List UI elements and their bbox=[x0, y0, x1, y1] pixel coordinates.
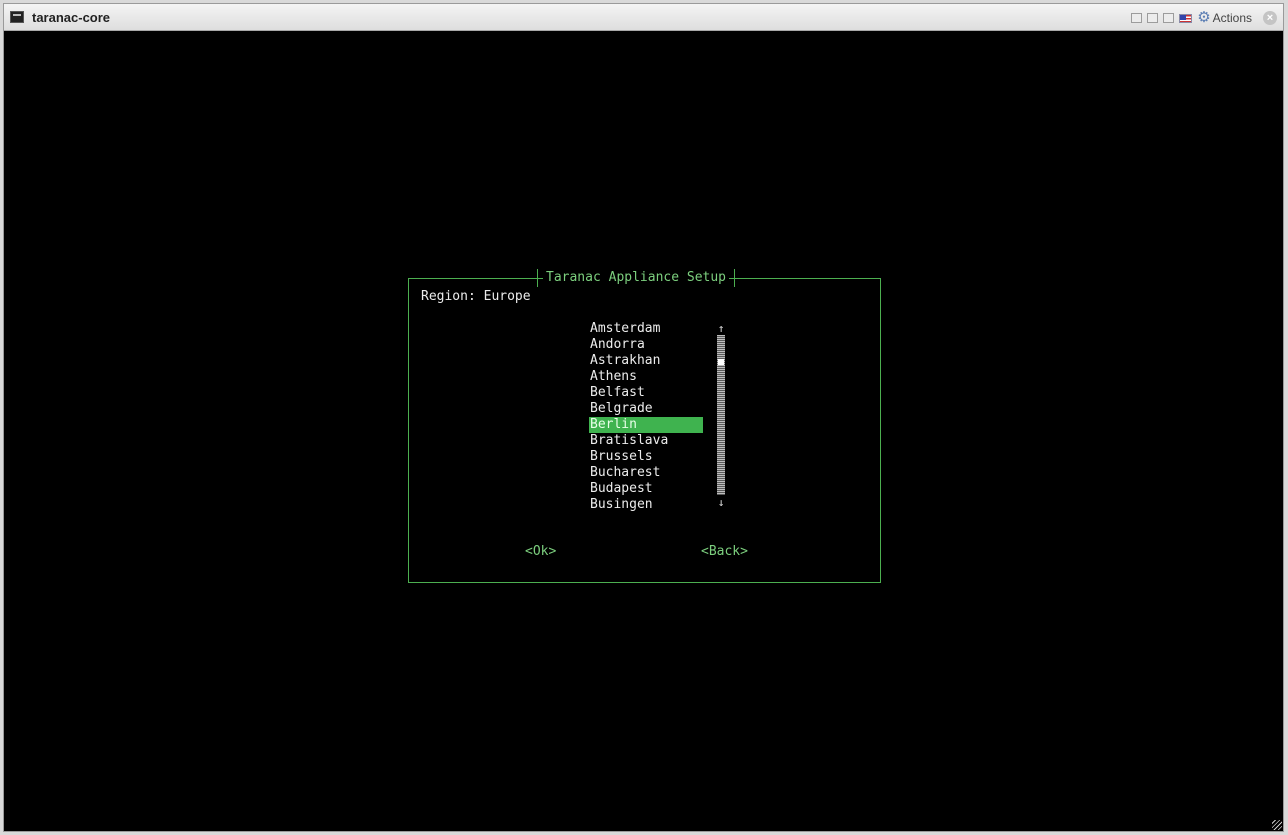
ok-button[interactable]: <Ok> bbox=[525, 544, 556, 559]
city-list[interactable]: Amsterdam Andorra Astrakhan Athens Belfast Be… bbox=[589, 321, 703, 513]
back-button[interactable]: <Back> bbox=[701, 544, 748, 559]
titlebar-controls: ⚙ Actions × bbox=[1131, 9, 1277, 27]
gear-icon[interactable]: ⚙ bbox=[1197, 10, 1210, 26]
dialog-title: Taranac Appliance Setup bbox=[537, 269, 736, 287]
scroll-thumb[interactable] bbox=[718, 359, 724, 365]
window-titlebar: taranac-core ⚙ Actions × bbox=[4, 4, 1283, 31]
list-scrollbar[interactable]: ↑ ↓ bbox=[716, 323, 726, 509]
window-title: taranac-core bbox=[32, 10, 111, 25]
restore-icon[interactable] bbox=[1147, 13, 1159, 23]
list-item[interactable]: Belfast bbox=[589, 385, 703, 401]
list-item[interactable]: Amsterdam bbox=[589, 321, 703, 337]
console-screen[interactable]: Taranac Appliance Setup Region: Europe A… bbox=[4, 31, 1283, 831]
maximize-icon[interactable] bbox=[1163, 13, 1175, 23]
actions-menu[interactable]: Actions bbox=[1213, 11, 1252, 25]
scroll-up-arrow-icon[interactable]: ↑ bbox=[716, 323, 726, 335]
setup-dialog: Taranac Appliance Setup Region: Europe A… bbox=[408, 269, 881, 583]
resize-grip-icon[interactable] bbox=[1272, 820, 1282, 830]
list-item[interactable]: Bratislava bbox=[589, 433, 703, 449]
vm-console-window: taranac-core ⚙ Actions × Taranac Applian… bbox=[3, 3, 1284, 832]
list-item[interactable]: Athens bbox=[589, 369, 703, 385]
list-item[interactable]: Busingen bbox=[589, 497, 703, 513]
list-item[interactable]: Astrakhan bbox=[589, 353, 703, 369]
list-item[interactable]: Brussels bbox=[589, 449, 703, 465]
terminal-icon bbox=[10, 11, 24, 23]
flag-icon[interactable] bbox=[1179, 13, 1193, 23]
close-icon[interactable]: × bbox=[1263, 11, 1277, 25]
list-item[interactable]: Andorra bbox=[589, 337, 703, 353]
region-label: Region: Europe bbox=[421, 289, 531, 304]
list-item[interactable]: Belgrade bbox=[589, 401, 703, 417]
scroll-track[interactable] bbox=[717, 335, 725, 495]
minimize-icon[interactable] bbox=[1131, 13, 1143, 23]
list-item[interactable]: Bucharest bbox=[589, 465, 703, 481]
list-item[interactable]: Berlin bbox=[589, 417, 703, 433]
list-item[interactable]: Budapest bbox=[589, 481, 703, 497]
scroll-down-arrow-icon[interactable]: ↓ bbox=[716, 497, 726, 509]
